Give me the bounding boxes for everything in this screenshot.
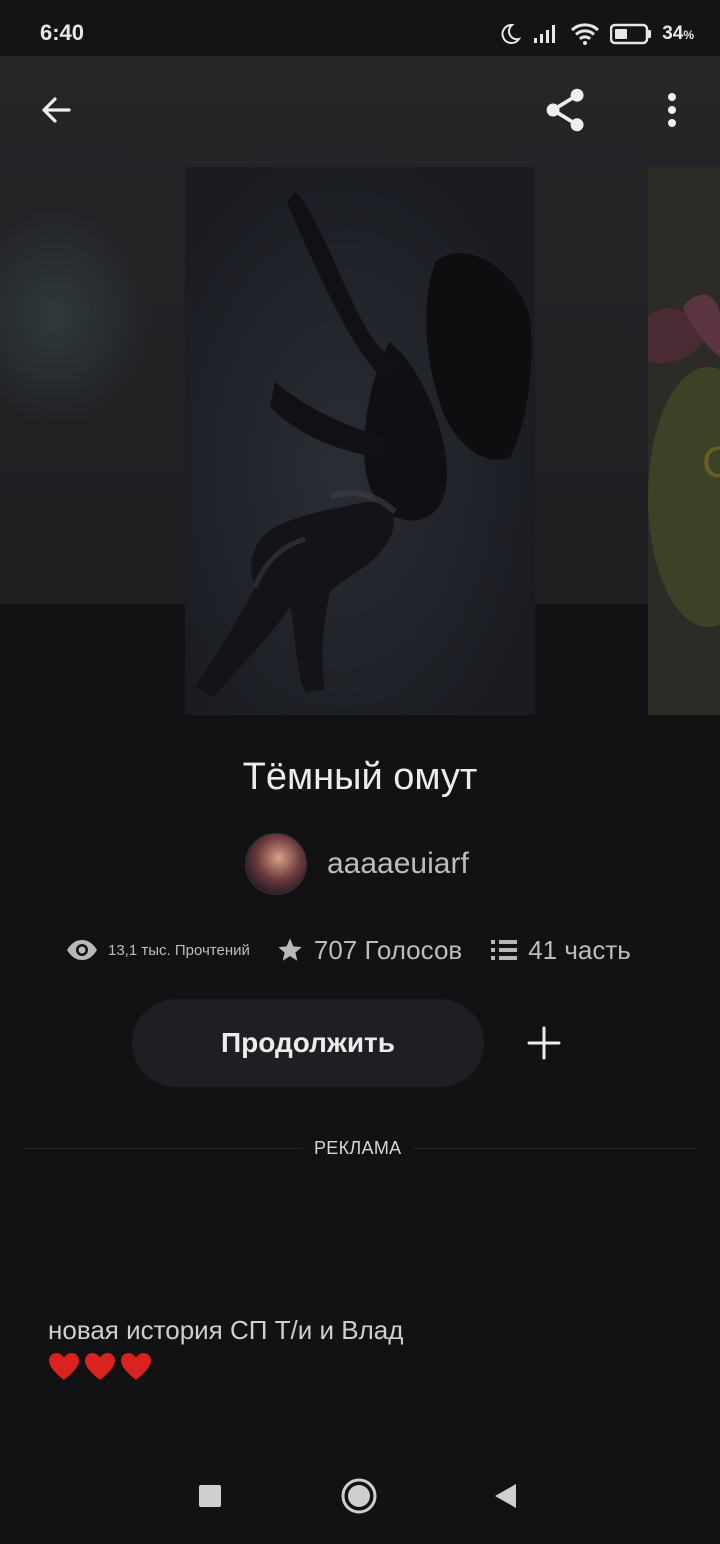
system-nav-bar <box>0 1448 720 1544</box>
author-link[interactable]: aaaaeuiarf <box>245 833 469 895</box>
story-description: новая история СП Т/и и Влад <box>48 1312 688 1382</box>
reads-count: 13,1 тыс. Прочтений <box>108 941 250 959</box>
description-text: новая история СП Т/и и Влад <box>48 1315 404 1345</box>
ad-label: РЕКЛАМА <box>302 1138 414 1159</box>
status-icons: 34% <box>498 20 694 48</box>
votes-count: 707 Голосов <box>313 934 463 965</box>
status-bar: 6:40 34% <box>0 0 720 56</box>
hearts <box>48 1352 688 1382</box>
plus-icon <box>527 1026 561 1060</box>
arrow-left-icon <box>42 97 71 123</box>
next-story-cover[interactable]: C <box>648 167 720 715</box>
battery-icon <box>610 23 652 45</box>
story-stats: 13,1 тыс. Прочтений 707 Голосов 41 часть <box>66 930 631 970</box>
cover-illustration: C <box>648 167 720 715</box>
share-icon <box>546 88 584 132</box>
battery-percentage: 34% <box>662 23 694 44</box>
square-icon <box>199 1485 221 1507</box>
moon-icon <box>501 23 522 44</box>
circle-icon <box>341 1478 377 1514</box>
reads-stat: 13,1 тыс. Прочтений <box>66 939 250 961</box>
heart-icon <box>49 1353 79 1380</box>
triangle-back-icon <box>495 1484 516 1508</box>
hero-blur <box>0 206 150 426</box>
home-button[interactable] <box>331 1468 387 1524</box>
story-title: Тёмный омут <box>242 756 478 798</box>
signal-icon <box>534 25 556 43</box>
add-to-library-button[interactable] <box>520 1019 568 1067</box>
status-time: 6:40 <box>40 20 85 45</box>
back-nav-button[interactable] <box>478 1468 534 1524</box>
more-options-button[interactable] <box>648 86 696 134</box>
cover-illustration <box>185 167 535 715</box>
wifi-icon <box>571 23 600 45</box>
recents-button[interactable] <box>182 1468 238 1524</box>
svg-text:C: C <box>702 438 720 487</box>
story-cover[interactable] <box>185 167 535 715</box>
parts-count[interactable]: 41 часть <box>528 935 631 966</box>
continue-reading-button[interactable]: Продолжить <box>132 999 484 1087</box>
votes-stat: 707 Голосов <box>276 935 462 966</box>
more-vertical-icon <box>668 93 676 127</box>
back-button[interactable] <box>32 86 80 134</box>
eye-icon <box>67 940 97 960</box>
avatar[interactable] <box>245 833 307 895</box>
heart-icon <box>121 1353 151 1380</box>
star-icon <box>278 938 302 961</box>
list-icon <box>491 940 518 960</box>
parts-stat[interactable]: 41 часть <box>490 935 631 966</box>
share-button[interactable] <box>542 86 590 134</box>
heart-icon <box>85 1353 115 1380</box>
author-name[interactable]: aaaaeuiarf <box>327 847 469 881</box>
